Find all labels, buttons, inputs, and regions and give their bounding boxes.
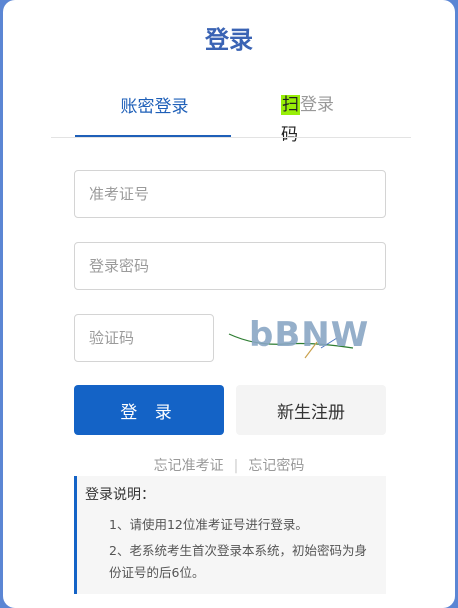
notice-title: 登录说明：	[85, 487, 155, 503]
tab-qr-login[interactable]: 扫登录	[281, 90, 361, 115]
help-links: 忘记准考证 | 忘记密码	[3, 455, 455, 475]
page-title: 登录	[205, 26, 253, 54]
forgot-password-link[interactable]: 忘记密码	[248, 458, 304, 474]
qr-tab-label: 登录	[300, 95, 334, 115]
tab-account-login[interactable]: 账密登录	[77, 92, 232, 117]
qr-tab-wrapped-char: 码	[281, 125, 298, 145]
tabs-divider	[51, 137, 411, 138]
exam-id-input[interactable]	[74, 170, 386, 218]
notice-item: 1、请使用12位准考证号进行登录。	[109, 517, 308, 532]
notice-item: 2、老系统考生首次登录本系统，初始密码为身份证号的后6位。	[109, 543, 367, 580]
link-separator: |	[233, 458, 239, 474]
login-card: 登录 账密登录 扫登录 码 bBNW 登 录 新生注册 忘记准考证|忘记密码 登…	[3, 0, 455, 608]
captcha-text: bBNW	[249, 315, 369, 355]
forgot-exam-id-link[interactable]: 忘记准考证	[154, 458, 224, 474]
login-button[interactable]: 登 录	[74, 385, 224, 435]
captcha-image[interactable]: bBNW	[225, 312, 375, 362]
qr-tab-highlight: 扫	[281, 95, 300, 115]
captcha-input[interactable]	[74, 314, 214, 362]
login-notice: 登录说明： 1、请使用12位准考证号进行登录。 2、老系统考生首次登录本系统，初…	[74, 476, 386, 594]
register-button[interactable]: 新生注册	[236, 385, 386, 435]
password-input[interactable]	[74, 242, 386, 290]
login-tabs: 账密登录 扫登录 码	[51, 84, 411, 145]
